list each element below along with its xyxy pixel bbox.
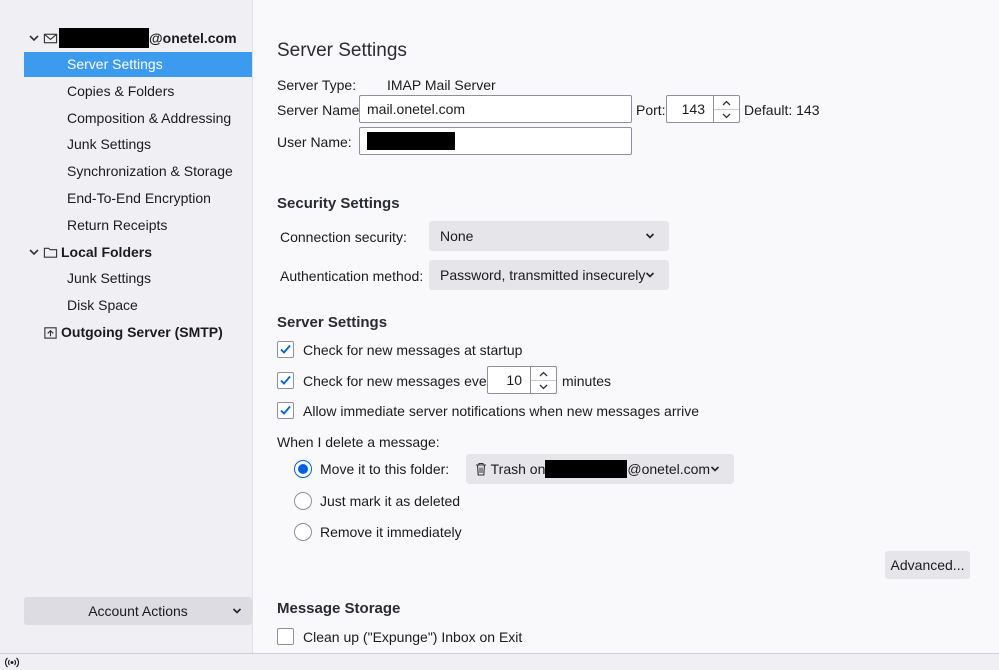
- outgoing-server-row[interactable]: Outgoing Server (SMTP): [24, 320, 252, 345]
- outbox-icon: [44, 327, 57, 339]
- stepper-up-icon[interactable]: [714, 96, 739, 109]
- server-name-input[interactable]: mail.onetel.com: [359, 95, 632, 123]
- chevron-down-icon: [710, 466, 720, 472]
- server-name-label: Server Name:: [277, 102, 364, 118]
- redacted-email: [545, 460, 628, 479]
- account-row[interactable]: @onetel.com: [24, 26, 252, 51]
- move-to-folder-radio[interactable]: [294, 460, 312, 478]
- connection-security-label: Connection security:: [280, 229, 407, 245]
- allow-notifications-checkbox[interactable]: [277, 402, 294, 419]
- envelope-icon: [43, 33, 58, 44]
- sidebar-item-return-receipts[interactable]: Return Receipts: [24, 213, 252, 238]
- page-title: Server Settings: [277, 40, 407, 61]
- remove-immediately-radio[interactable]: [294, 523, 312, 541]
- check-startup-label[interactable]: Check for new messages at startup: [303, 342, 522, 358]
- stepper-up-icon[interactable]: [531, 367, 556, 380]
- folder-icon: [43, 247, 58, 258]
- user-name-input[interactable]: [359, 127, 632, 155]
- sidebar-item-junk[interactable]: Junk Settings: [24, 132, 252, 157]
- sidebar-item-e2e-encryption[interactable]: End-To-End Encryption: [24, 186, 252, 211]
- checkmark-icon: [280, 344, 291, 354]
- chevron-down-icon: [232, 608, 242, 614]
- check-startup-checkbox[interactable]: [277, 341, 294, 358]
- auth-method-label: Authentication method:: [280, 268, 424, 284]
- chevron-down-icon[interactable]: [28, 32, 40, 44]
- status-bar: [0, 653, 999, 670]
- move-to-folder-label[interactable]: Move it to this folder:: [320, 461, 449, 477]
- mark-deleted-label[interactable]: Just mark it as deleted: [320, 493, 460, 509]
- user-name-label: User Name:: [277, 134, 352, 150]
- port-label: Port:: [636, 102, 666, 118]
- activity-icon[interactable]: [5, 657, 19, 668]
- server-type-value: IMAP Mail Server: [387, 77, 496, 93]
- local-folders-row[interactable]: Local Folders: [24, 240, 252, 265]
- trash-icon: [476, 462, 486, 476]
- sidebar-item-copies-folders[interactable]: Copies & Folders: [24, 79, 252, 104]
- sidebar-item-server-settings[interactable]: Server Settings: [24, 52, 252, 77]
- server-settings-pane: Server Settings Server Type: IMAP Mail S…: [254, 0, 999, 653]
- trash-folder-select[interactable]: Trash on @onetel.com: [466, 454, 734, 484]
- chevron-down-icon: [645, 272, 655, 278]
- server-type-label: Server Type:: [277, 77, 357, 93]
- message-storage-heading: Message Storage: [277, 600, 401, 617]
- stepper-down-icon[interactable]: [531, 380, 556, 393]
- stepper-down-icon[interactable]: [714, 109, 739, 122]
- sidebar-item-disk-space[interactable]: Disk Space: [24, 293, 252, 318]
- sidebar-item-composition[interactable]: Composition & Addressing: [24, 106, 252, 131]
- checkmark-icon: [280, 375, 291, 385]
- chevron-down-icon: [645, 233, 655, 239]
- sidebar-item-local-junk[interactable]: Junk Settings: [24, 266, 252, 291]
- check-every-label[interactable]: Check for new messages every: [303, 373, 498, 389]
- checkmark-icon: [280, 405, 291, 415]
- redacted-email: [59, 27, 149, 48]
- connection-security-select[interactable]: None: [429, 221, 669, 251]
- port-stepper[interactable]: 143: [666, 95, 740, 123]
- default-port-label: Default: 143: [744, 102, 820, 118]
- account-label: @onetel.com: [59, 26, 237, 51]
- auth-method-select[interactable]: Password, transmitted insecurely: [429, 260, 669, 290]
- advanced-button[interactable]: Advanced...: [885, 551, 970, 579]
- mark-deleted-radio[interactable]: [294, 492, 312, 510]
- remove-immediately-label[interactable]: Remove it immediately: [320, 524, 462, 540]
- account-actions-button[interactable]: Account Actions: [24, 597, 252, 625]
- chevron-down-icon[interactable]: [28, 246, 40, 258]
- expunge-checkbox[interactable]: [277, 628, 294, 645]
- allow-notifications-label[interactable]: Allow immediate server notifications whe…: [303, 403, 699, 419]
- sidebar-item-sync-storage[interactable]: Synchronization & Storage: [24, 159, 252, 184]
- server-settings-heading: Server Settings: [277, 314, 388, 331]
- expunge-label[interactable]: Clean up ("Expunge") Inbox on Exit: [303, 629, 522, 645]
- redacted-username: [367, 132, 455, 151]
- minutes-label: minutes: [562, 373, 612, 389]
- check-every-checkbox[interactable]: [277, 372, 294, 389]
- security-heading: Security Settings: [277, 195, 400, 212]
- delete-message-label: When I delete a message:: [277, 434, 440, 450]
- account-tree-sidebar: @onetel.com Server Settings Copies & Fol…: [0, 0, 253, 653]
- interval-stepper[interactable]: 10: [487, 366, 557, 394]
